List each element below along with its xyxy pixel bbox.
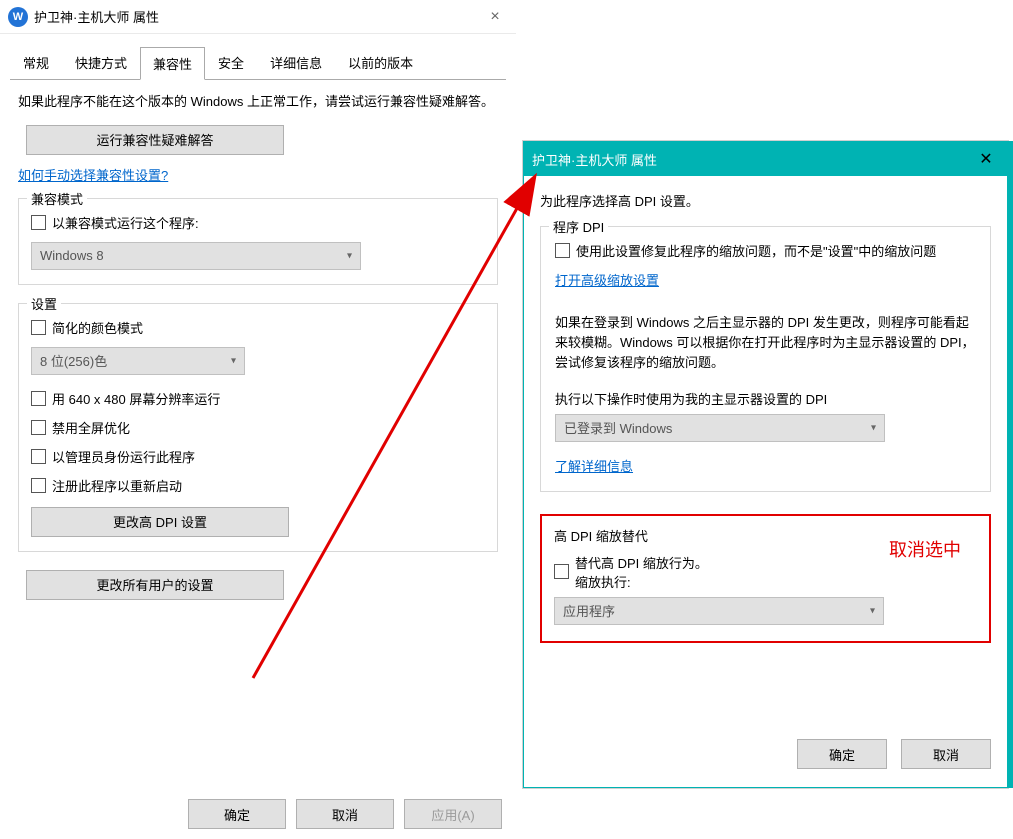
chevron-down-icon: ▾ xyxy=(231,355,236,366)
window-edge-strip xyxy=(1008,141,1013,788)
settings-group: 设置 简化的颜色模式 8 位(256)色 ▾ 用 640 x 480 屏幕分辨率… xyxy=(18,303,498,552)
dpi-intro: 为此程序选择高 DPI 设置。 xyxy=(540,192,991,212)
compatibility-panel: 如果此程序不能在这个版本的 Windows 上正常工作，请尝试运行兼容性疑难解答… xyxy=(10,79,506,789)
change-dpi-button[interactable]: 更改高 DPI 设置 xyxy=(31,507,289,537)
override-scaling-checkbox[interactable] xyxy=(554,564,569,579)
chevron-down-icon: ▾ xyxy=(347,250,352,261)
register-restart-checkbox[interactable] xyxy=(31,478,46,493)
tab-compatibility[interactable]: 兼容性 xyxy=(140,47,205,80)
program-dpi-group-title: 程序 DPI xyxy=(549,217,608,236)
advanced-scaling-link[interactable]: 打开高级缩放设置 xyxy=(555,270,659,289)
tab-security[interactable]: 安全 xyxy=(205,46,257,79)
dpi-body: 为此程序选择高 DPI 设置。 程序 DPI 使用此设置修复此程序的缩放问题，而… xyxy=(524,176,1007,723)
compat-mode-checkbox[interactable] xyxy=(31,215,46,230)
window-title: 护卫神·主机大师 属性 xyxy=(34,7,482,26)
close-icon[interactable]: ✕ xyxy=(973,149,999,169)
override-combo[interactable]: 应用程序 ▾ xyxy=(554,597,884,625)
run-troubleshooter-button[interactable]: 运行兼容性疑难解答 xyxy=(26,125,284,155)
tab-details[interactable]: 详细信息 xyxy=(257,46,335,79)
apply-button[interactable]: 应用(A) xyxy=(404,799,502,829)
annotation-highlight-box: 取消选中 高 DPI 缩放替代 替代高 DPI 缩放行为。 缩放执行: 应用程序… xyxy=(540,514,991,643)
dpi-description: 如果在登录到 Windows 之后主显示器的 DPI 发生更改，则程序可能看起来… xyxy=(555,313,976,373)
override-group: 高 DPI 缩放替代 替代高 DPI 缩放行为。 缩放执行: 应用程序 ▾ xyxy=(550,522,981,631)
high-dpi-dialog: 护卫神·主机大师 属性 ✕ 为此程序选择高 DPI 设置。 程序 DPI 使用此… xyxy=(523,141,1008,788)
override-scaling-label: 替代高 DPI 缩放行为。 xyxy=(575,553,708,572)
use-setting-fix-label: 使用此设置修复此程序的缩放问题，而不是"设置"中的缩放问题 xyxy=(576,241,936,260)
learn-more-link[interactable]: 了解详细信息 xyxy=(555,456,633,475)
titlebar[interactable]: W 护卫神·主机大师 属性 × xyxy=(0,0,516,34)
properties-window: W 护卫神·主机大师 属性 × 常规 快捷方式 兼容性 安全 详细信息 以前的版… xyxy=(0,0,516,839)
register-restart-label: 注册此程序以重新启动 xyxy=(52,476,182,495)
tab-general[interactable]: 常规 xyxy=(10,46,62,79)
reduced-color-checkbox[interactable] xyxy=(31,320,46,335)
when-label: 执行以下操作时使用为我的主显示器设置的 DPI xyxy=(555,389,976,408)
override-group-title: 高 DPI 缩放替代 xyxy=(554,526,977,545)
compat-mode-value: Windows 8 xyxy=(40,248,104,263)
dpi-dialog-buttons: 确定 取消 xyxy=(524,723,1007,787)
help-text: 如果此程序不能在这个版本的 Windows 上正常工作，请尝试运行兼容性疑难解答… xyxy=(18,92,498,113)
disable-fullscreen-opt-checkbox[interactable] xyxy=(31,420,46,435)
ok-button[interactable]: 确定 xyxy=(188,799,286,829)
color-value: 8 位(256)色 xyxy=(40,351,107,370)
compat-mode-combo[interactable]: Windows 8 ▾ xyxy=(31,242,361,270)
settings-group-title: 设置 xyxy=(27,294,61,313)
manual-settings-link[interactable]: 如何手动选择兼容性设置? xyxy=(18,165,168,184)
tab-shortcut[interactable]: 快捷方式 xyxy=(62,46,140,79)
chevron-down-icon: ▾ xyxy=(870,605,875,616)
dpi-cancel-button[interactable]: 取消 xyxy=(901,739,991,769)
when-value: 已登录到 Windows xyxy=(564,418,672,437)
disable-fullscreen-opt-label: 禁用全屏优化 xyxy=(52,418,130,437)
run-640x480-label: 用 640 x 480 屏幕分辨率运行 xyxy=(52,389,220,408)
app-icon: W xyxy=(8,7,28,27)
color-combo[interactable]: 8 位(256)色 ▾ xyxy=(31,347,245,375)
compat-mode-group-title: 兼容模式 xyxy=(27,189,87,208)
run-as-admin-label: 以管理员身份运行此程序 xyxy=(52,447,195,466)
compat-mode-label: 以兼容模式运行这个程序: xyxy=(52,213,199,232)
compat-mode-group: 兼容模式 以兼容模式运行这个程序: Windows 8 ▾ xyxy=(18,198,498,285)
override-value: 应用程序 xyxy=(563,601,615,620)
run-640x480-checkbox[interactable] xyxy=(31,391,46,406)
close-icon[interactable]: × xyxy=(482,8,508,26)
tab-previous-versions[interactable]: 以前的版本 xyxy=(335,46,426,79)
dpi-window-title: 护卫神·主机大师 属性 xyxy=(532,150,973,169)
dpi-ok-button[interactable]: 确定 xyxy=(797,739,887,769)
cancel-button[interactable]: 取消 xyxy=(296,799,394,829)
dialog-buttons: 确定 取消 应用(A) xyxy=(0,789,516,839)
change-all-users-button[interactable]: 更改所有用户的设置 xyxy=(26,570,284,600)
tab-strip: 常规 快捷方式 兼容性 安全 详细信息 以前的版本 xyxy=(0,34,516,79)
use-setting-fix-checkbox[interactable] xyxy=(555,243,570,258)
when-combo[interactable]: 已登录到 Windows ▾ xyxy=(555,414,885,442)
program-dpi-group: 程序 DPI 使用此设置修复此程序的缩放问题，而不是"设置"中的缩放问题 打开高… xyxy=(540,226,991,492)
reduced-color-label: 简化的颜色模式 xyxy=(52,318,143,337)
chevron-down-icon: ▾ xyxy=(871,422,876,433)
dpi-titlebar[interactable]: 护卫神·主机大师 属性 ✕ xyxy=(524,142,1007,176)
override-scaling-sublabel: 缩放执行: xyxy=(575,572,708,591)
run-as-admin-checkbox[interactable] xyxy=(31,449,46,464)
